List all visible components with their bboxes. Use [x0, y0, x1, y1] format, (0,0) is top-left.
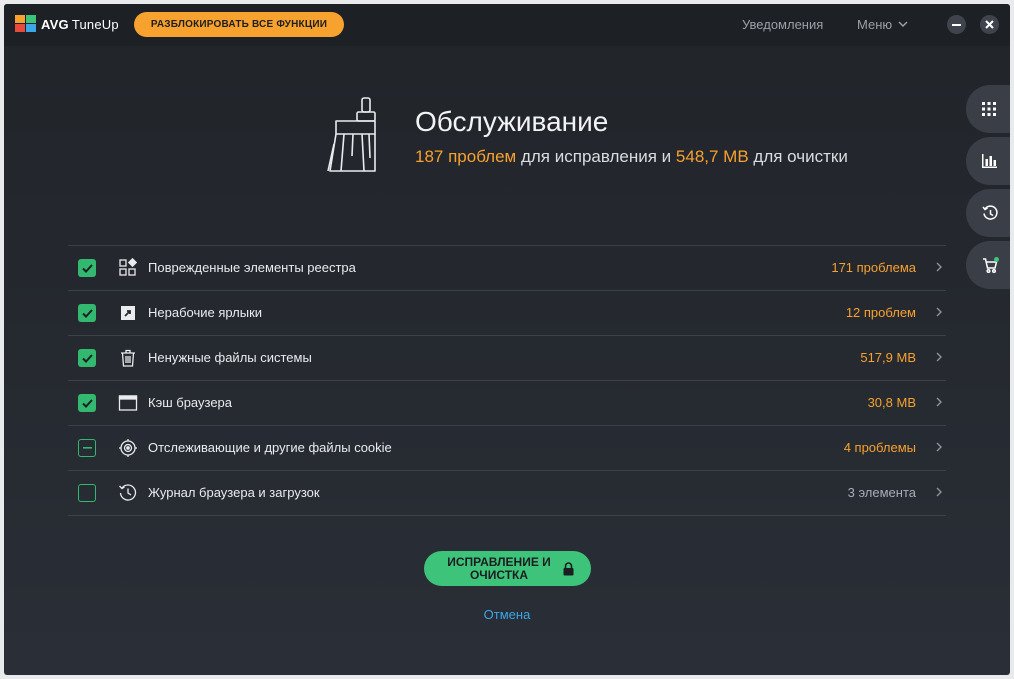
item-value: 171 проблема	[831, 260, 916, 275]
chevron-right-icon[interactable]	[936, 307, 942, 317]
chevron-right-icon[interactable]	[936, 352, 942, 362]
checkmark-icon	[81, 398, 93, 408]
item-value: 3 элемента	[847, 485, 916, 500]
maintenance-summary: 187 проблем для исправления и 548,7 MB д…	[415, 147, 848, 167]
grid-icon	[982, 102, 996, 116]
minimize-button[interactable]	[947, 15, 966, 34]
item-value: 517,9 MB	[860, 350, 916, 365]
fix-button-label: ИСПРАВЛЕНИЕ И ОЧИСТКА	[447, 554, 551, 582]
checkbox-shortcuts[interactable]	[78, 304, 96, 322]
checkbox-browser-cache[interactable]	[78, 394, 96, 412]
checkbox-system-files[interactable]	[78, 349, 96, 367]
rail-stats-button[interactable]	[966, 137, 1010, 185]
shortcut-icon	[121, 306, 135, 320]
chevron-right-icon[interactable]	[936, 397, 942, 407]
checkmark-icon	[81, 263, 93, 273]
chevron-down-icon	[898, 21, 908, 28]
rail-history-button[interactable]	[966, 189, 1010, 237]
cleanup-size: 548,7 MB	[675, 147, 749, 166]
checkmark-icon	[81, 308, 93, 318]
menu-label: Меню	[857, 17, 893, 32]
fix-and-clean-button[interactable]: ИСПРАВЛЕНИЕ И ОЧИСТКА	[424, 551, 591, 586]
item-label: Ненужные файлы системы	[148, 350, 312, 365]
app-logo: AVG TuneUp	[15, 15, 119, 33]
chevron-right-icon[interactable]	[936, 442, 942, 452]
menu-dropdown[interactable]: Меню	[857, 17, 908, 32]
close-icon	[985, 20, 994, 29]
summary-mid-text: для исправления и	[516, 147, 676, 166]
rail-apps-button[interactable]	[966, 85, 1010, 133]
checkmark-icon	[81, 353, 93, 363]
problems-count: 187 проблем	[415, 147, 517, 166]
chart-icon	[982, 154, 997, 168]
page-title: Обслуживание	[415, 106, 609, 137]
checkbox-tracking-cookies[interactable]	[78, 439, 96, 457]
list-item-shortcuts[interactable]: Нерабочие ярлыки 12 проблем	[68, 290, 946, 335]
title-bar: AVG TuneUp РАЗБЛОКИРОВАТЬ ВСЕ ФУНКЦИИ Уве…	[4, 4, 1010, 46]
chevron-right-icon[interactable]	[936, 487, 942, 497]
lock-icon	[563, 561, 573, 575]
app-window: AVG TuneUp РАЗБЛОКИРОВАТЬ ВСЕ ФУНКЦИИ Уве…	[4, 4, 1010, 675]
item-label: Нерабочие ярлыки	[148, 305, 263, 320]
minimize-icon	[952, 23, 961, 26]
cart-icon	[983, 256, 999, 273]
close-button[interactable]	[980, 15, 999, 34]
item-label: Журнал браузера и загрузок	[148, 485, 320, 500]
item-value: 4 проблемы	[843, 440, 916, 455]
list-item-system-files[interactable]: Ненужные файлы системы 517,9 MB	[68, 335, 946, 380]
item-label: Поврежденные элементы реестра	[148, 260, 356, 275]
item-value: 30,8 MB	[867, 395, 916, 410]
history-icon	[119, 484, 137, 501]
list-item-registry[interactable]: Поврежденные элементы реестра 171 пробле…	[68, 245, 946, 290]
brand-name: AVG TuneUp	[41, 16, 119, 32]
list-item-tracking-cookies[interactable]: Отслеживающие и другие файлы cookie 4 пр…	[68, 425, 946, 470]
trash-icon	[121, 349, 135, 367]
broom-icon	[327, 97, 376, 172]
history-icon	[982, 204, 998, 220]
registry-icon	[119, 258, 138, 276]
chevron-right-icon[interactable]	[936, 262, 942, 272]
dash-icon	[82, 447, 92, 449]
list-item-browser-history[interactable]: Журнал браузера и загрузок 3 элемента	[68, 470, 946, 516]
avg-logo-icon	[15, 15, 36, 32]
notifications-link[interactable]: Уведомления	[742, 17, 823, 32]
item-label: Кэш браузера	[148, 395, 233, 410]
unlock-all-features-button[interactable]: РАЗБЛОКИРОВАТЬ ВСЕ ФУНКЦИИ	[134, 12, 344, 37]
item-label: Отслеживающие и другие файлы cookie	[148, 440, 392, 455]
summary-end-text: для очистки	[748, 147, 848, 166]
tracking-icon	[119, 439, 137, 457]
item-value: 12 проблем	[845, 305, 916, 320]
rail-shop-button[interactable]	[966, 241, 1010, 289]
maintenance-list: Поврежденные элементы реестра 171 пробле…	[68, 245, 946, 516]
list-item-browser-cache[interactable]: Кэш браузера 30,8 MB	[68, 380, 946, 425]
cancel-link[interactable]: Отмена	[4, 607, 1010, 622]
browser-icon	[118, 395, 138, 411]
checkbox-browser-history[interactable]	[78, 484, 96, 502]
checkbox-registry[interactable]	[78, 259, 96, 277]
